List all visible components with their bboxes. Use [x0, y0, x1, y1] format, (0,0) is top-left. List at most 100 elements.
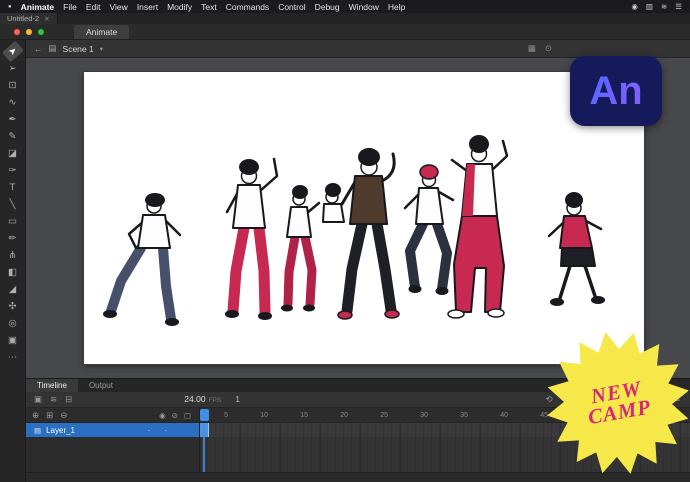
- layers-header: ⊕ ⊞ ⊖ ◉ ⊘ ▢: [26, 408, 199, 423]
- dancer-5: [338, 148, 399, 319]
- camera-tool[interactable]: ▣: [4, 334, 22, 347]
- visibility-column-icon[interactable]: ◉: [159, 411, 166, 420]
- timeline-controls-left: ▣ ≋ ⊟: [26, 394, 72, 405]
- text-tool[interactable]: T: [4, 181, 22, 194]
- edit-scene-icon[interactable]: ▦: [528, 43, 536, 54]
- window-titlebar: Animate: [0, 24, 690, 40]
- layer-controls: ⊕ ⊞ ⊖: [26, 410, 67, 421]
- document-tab-label: Untitled-2: [7, 14, 39, 23]
- current-frame: 1: [235, 394, 240, 404]
- close-window-button[interactable]: [14, 29, 20, 35]
- zoom-tool[interactable]: ◎: [4, 317, 22, 330]
- ruler-label-40: 40: [480, 408, 520, 422]
- menu-item-animate[interactable]: Animate: [21, 2, 55, 12]
- lock-column-icon[interactable]: ⊘: [172, 411, 178, 420]
- ruler-label-10: 10: [240, 408, 280, 422]
- app-tab-label: Animate: [86, 27, 117, 37]
- scene-name[interactable]: Scene 1: [63, 44, 94, 54]
- screen: ● Animate File Edit View Insert Modify Text Com…: [0, 0, 690, 482]
- add-folder-icon[interactable]: ⊞: [46, 410, 53, 421]
- camera-icon[interactable]: ▣: [34, 394, 42, 405]
- fluid-brush-tool[interactable]: ✒: [4, 113, 22, 126]
- tab-output[interactable]: Output: [78, 379, 124, 392]
- delete-layer-icon[interactable]: ⊖: [60, 410, 67, 421]
- wifi-icon[interactable]: ≋: [661, 2, 667, 11]
- ruler-label-15: 15: [280, 408, 320, 422]
- menu-item-text[interactable]: Text: [201, 2, 217, 12]
- menu-item-view[interactable]: View: [110, 2, 128, 12]
- dancer-8: [549, 192, 605, 306]
- menu-item-window[interactable]: Window: [349, 2, 379, 12]
- edit-symbols-icon[interactable]: ⊙: [545, 43, 552, 54]
- layer-name: Layer_1: [46, 426, 75, 435]
- layers-empty-area: [26, 437, 199, 472]
- layer-row-layer-1[interactable]: ▤ Layer_1 · ·: [26, 423, 199, 437]
- selection-tool[interactable]: ➤: [1, 41, 23, 63]
- minimize-window-button[interactable]: [26, 29, 32, 35]
- animate-logo-text: An: [589, 69, 642, 114]
- menu-item-edit[interactable]: Edit: [86, 2, 101, 12]
- pencil-tool[interactable]: ✏: [4, 232, 22, 245]
- hand-tool[interactable]: ✣: [4, 300, 22, 313]
- dancer-2: [225, 159, 277, 320]
- close-tab-icon[interactable]: ✕: [44, 15, 49, 23]
- badge-text: NEW CAMP: [531, 316, 690, 482]
- zoom-window-button[interactable]: [38, 29, 44, 35]
- control-center-icon[interactable]: ☰: [675, 2, 682, 11]
- dancer-7: [448, 135, 507, 318]
- layer-column-icons: ◉ ⊘ ▢: [159, 411, 199, 420]
- dancer-6: [405, 165, 453, 295]
- tab-timeline[interactable]: Timeline: [26, 379, 78, 392]
- menu-item-insert[interactable]: Insert: [137, 2, 158, 12]
- fps-value[interactable]: 24.00: [184, 394, 205, 404]
- menubar-items: Animate File Edit View Insert Modify Text Comma…: [21, 2, 415, 12]
- paint-bucket-tool[interactable]: ◧: [4, 266, 22, 279]
- dancer-3: [281, 185, 319, 312]
- screen-record-icon[interactable]: ◉: [631, 2, 638, 11]
- layer-icon: ▤: [34, 426, 41, 435]
- tab-animate[interactable]: Animate: [74, 25, 129, 39]
- document-tab-untitled-2[interactable]: Untitled-2 ✕: [0, 13, 58, 24]
- eyedropper-tool[interactable]: ◢: [4, 283, 22, 296]
- display-icon[interactable]: ▥: [646, 2, 653, 11]
- apple-icon[interactable]: ●: [8, 4, 12, 10]
- lasso-tool[interactable]: ∿: [4, 96, 22, 109]
- menu-item-help[interactable]: Help: [388, 2, 405, 12]
- advanced-layers-icon[interactable]: ⊟: [65, 394, 72, 405]
- menu-item-modify[interactable]: Modify: [167, 2, 192, 12]
- document-tabbar: Untitled-2 ✕: [0, 13, 690, 24]
- menu-item-debug[interactable]: Debug: [315, 2, 340, 12]
- playhead[interactable]: [200, 409, 209, 421]
- animate-logo: An: [570, 56, 662, 126]
- layer-status-dots: · ·: [147, 426, 199, 435]
- menu-item-commands[interactable]: Commands: [226, 2, 269, 12]
- outline-column-icon[interactable]: ▢: [184, 411, 191, 420]
- dancers-artwork: [84, 72, 644, 364]
- eraser-tool[interactable]: ◪: [4, 147, 22, 160]
- chevron-down-icon[interactable]: ▾: [100, 45, 103, 53]
- dancer-1: [103, 193, 180, 326]
- new-camp-badge: NEW CAMP: [531, 316, 690, 482]
- layer-depth-icon[interactable]: ≋: [50, 394, 57, 405]
- ruler-label-25: 25: [360, 408, 400, 422]
- menu-item-control[interactable]: Control: [278, 2, 305, 12]
- classic-brush-tool[interactable]: ✎: [4, 130, 22, 143]
- free-transform-tool[interactable]: ⊡: [4, 79, 22, 92]
- bone-tool[interactable]: ⋔: [4, 249, 22, 262]
- frame-rate[interactable]: 24.00 FPS: [184, 394, 221, 404]
- layers-panel: ⊕ ⊞ ⊖ ◉ ⊘ ▢ ▤ Layer_1 · ·: [26, 408, 200, 472]
- scene-clapper-icon: ▤: [49, 43, 57, 54]
- fps-unit: FPS: [209, 397, 222, 404]
- rectangle-tool[interactable]: ▭: [4, 215, 22, 228]
- subselection-tool[interactable]: ➢: [4, 62, 22, 75]
- menubar-status: ◉ ▥ ≋ ☰: [631, 2, 682, 11]
- menubar: ● Animate File Edit View Insert Modify Text Com…: [0, 0, 690, 13]
- stage-canvas[interactable]: [84, 72, 644, 364]
- more-tools[interactable]: ⋯: [4, 351, 22, 364]
- add-layer-icon[interactable]: ⊕: [32, 410, 39, 421]
- menu-item-file[interactable]: File: [63, 2, 77, 12]
- scene-back-icon[interactable]: ←: [34, 44, 43, 54]
- pen-tool[interactable]: ✑: [4, 164, 22, 177]
- line-tool[interactable]: ╲: [4, 198, 22, 211]
- ruler-label-30: 30: [400, 408, 440, 422]
